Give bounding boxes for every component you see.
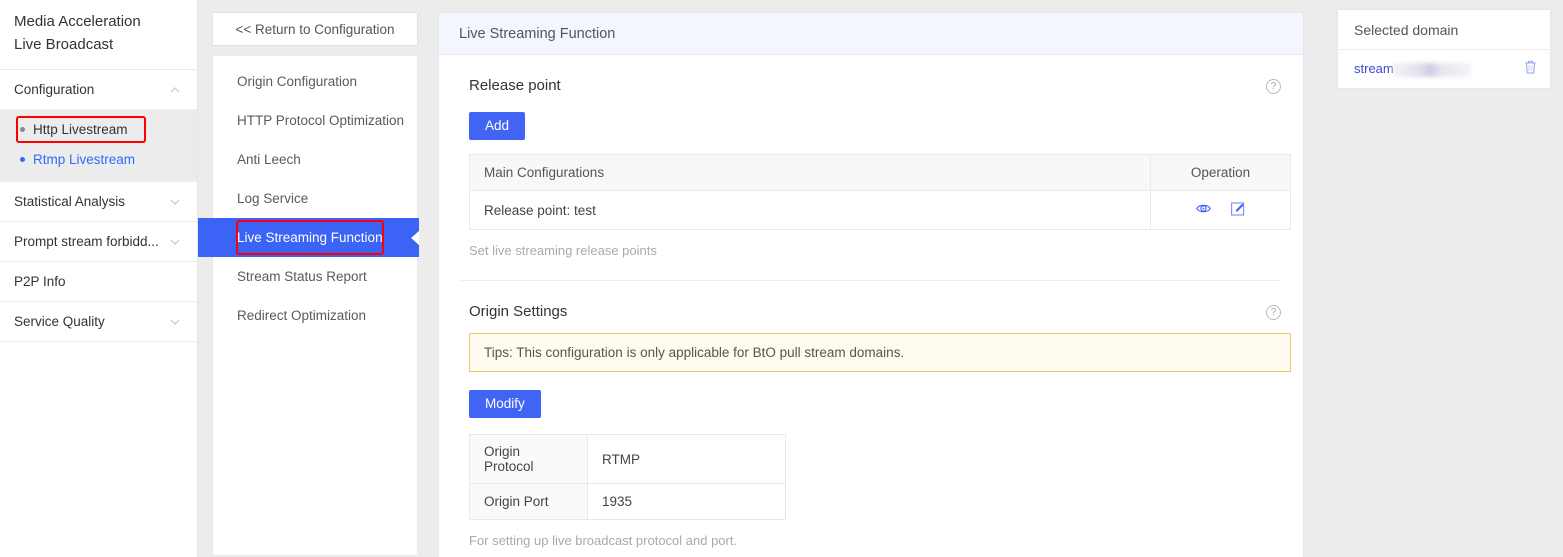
view-icon[interactable]: [1195, 200, 1212, 220]
release-point-title: Release point: [461, 77, 561, 94]
sidebar-subnav: Http Livestream Rtmp Livestream: [0, 110, 197, 182]
selected-domain-panel: Selected domain stream: [1337, 9, 1551, 89]
sidebar-item-prompt-stream-forbidden[interactable]: Prompt stream forbidd...: [0, 222, 197, 262]
nav-item-label: Live Streaming Function: [237, 230, 383, 245]
chevron-down-icon[interactable]: [169, 236, 181, 248]
selected-domain-value[interactable]: stream: [1354, 61, 1471, 77]
nav-item-label: Log Service: [237, 191, 308, 206]
chevron-up-icon[interactable]: [169, 84, 181, 96]
modify-button[interactable]: Modify: [469, 390, 541, 418]
nav-item-http-protocol-optimization[interactable]: HTTP Protocol Optimization: [213, 101, 417, 140]
table-row: Release point: test: [470, 191, 1291, 230]
cell-operation: [1151, 191, 1291, 230]
question-mark-icon[interactable]: ?: [1266, 79, 1281, 94]
sidebar-item-service-quality[interactable]: Service Quality: [0, 302, 197, 342]
sidebar-subitem-label: Http Livestream: [33, 122, 128, 137]
trash-icon[interactable]: [1523, 59, 1538, 80]
brand-line-2: Live Broadcast: [14, 34, 183, 57]
secondary-nav-list: Origin Configuration HTTP Protocol Optim…: [212, 56, 418, 556]
bullet-icon: [20, 127, 25, 132]
nav-item-origin-configuration[interactable]: Origin Configuration: [213, 62, 417, 101]
panel-title: Live Streaming Function: [439, 13, 1303, 55]
origin-settings-title: Origin Settings: [461, 303, 567, 320]
chevron-down-icon[interactable]: [169, 316, 181, 328]
nav-item-label: Redirect Optimization: [237, 308, 366, 323]
nav-item-anti-leech[interactable]: Anti Leech: [213, 140, 417, 179]
sidebar-item-http-livestream[interactable]: Http Livestream: [0, 114, 197, 144]
origin-settings-table: Origin Protocol RTMP Origin Port 1935: [469, 434, 786, 520]
brand-title: Media Acceleration Live Broadcast: [0, 0, 197, 70]
origin-settings-tips: Tips: This configuration is only applica…: [469, 333, 1291, 372]
main-content: Live Streaming Function Release point ? …: [438, 0, 1327, 557]
right-sidebar: Selected domain stream: [1327, 0, 1563, 557]
sidebar-item-p2p-info[interactable]: P2P Info: [0, 262, 197, 302]
nav-item-live-streaming-function[interactable]: Live Streaming Function: [198, 218, 419, 257]
nav-item-label: Origin Configuration: [237, 74, 357, 89]
origin-settings-section: Origin Settings ? Tips: This configurati…: [461, 281, 1281, 557]
nav-item-redirect-optimization[interactable]: Redirect Optimization: [213, 296, 417, 335]
release-point-section: Release point ? Add Main Configurations …: [461, 55, 1281, 281]
left-sidebar: Media Acceleration Live Broadcast Config…: [0, 0, 198, 557]
release-point-table: Main Configurations Operation Release po…: [469, 154, 1291, 230]
nav-item-label: HTTP Protocol Optimization: [237, 113, 404, 128]
selected-domain-row: stream: [1338, 50, 1550, 88]
panel-body: Release point ? Add Main Configurations …: [439, 55, 1303, 557]
sidebar-subitem-label: Rtmp Livestream: [33, 152, 135, 167]
add-button[interactable]: Add: [469, 112, 525, 140]
bullet-icon: [20, 157, 25, 162]
release-point-hint: Set live streaming release points: [469, 243, 1281, 258]
sidebar-item-rtmp-livestream[interactable]: Rtmp Livestream: [0, 144, 197, 174]
nav-item-log-service[interactable]: Log Service: [213, 179, 417, 218]
column-header-operation: Operation: [1151, 155, 1291, 191]
sidebar-item-label: Configuration: [14, 82, 94, 97]
domain-prefix: stream: [1354, 61, 1394, 76]
origin-settings-hint: For setting up live broadcast protocol a…: [469, 533, 1281, 548]
nav-item-label: Stream Status Report: [237, 269, 367, 284]
return-to-configuration-button[interactable]: << Return to Configuration: [212, 12, 418, 46]
field-value-origin-protocol: RTMP: [588, 435, 786, 484]
question-mark-icon[interactable]: ?: [1266, 305, 1281, 320]
nav-item-stream-status-report[interactable]: Stream Status Report: [213, 257, 417, 296]
secondary-nav: << Return to Configuration Origin Config…: [198, 0, 438, 557]
chevron-down-icon[interactable]: [169, 196, 181, 208]
sidebar-item-label: Service Quality: [14, 314, 105, 329]
table-row: Origin Port 1935: [470, 484, 786, 520]
sidebar-group-configuration: Configuration Http Livestream Rtmp Lives…: [0, 70, 197, 182]
sidebar-item-statistical-analysis[interactable]: Statistical Analysis: [0, 182, 197, 222]
field-label-origin-port: Origin Port: [470, 484, 588, 520]
brand-line-1: Media Acceleration: [14, 11, 183, 34]
field-label-origin-protocol: Origin Protocol: [470, 435, 588, 484]
table-header-row: Main Configurations Operation: [470, 155, 1291, 191]
cell-main-configuration: Release point: test: [470, 191, 1151, 230]
nav-item-label: Anti Leech: [237, 152, 301, 167]
edit-icon[interactable]: [1230, 201, 1246, 220]
sidebar-item-label: Statistical Analysis: [14, 194, 125, 209]
app-root: Media Acceleration Live Broadcast Config…: [0, 0, 1563, 557]
table-row: Origin Protocol RTMP: [470, 435, 786, 484]
live-streaming-function-panel: Live Streaming Function Release point ? …: [438, 12, 1304, 557]
selected-domain-title: Selected domain: [1338, 10, 1550, 50]
sidebar-item-configuration[interactable]: Configuration: [0, 70, 197, 110]
field-value-origin-port: 1935: [588, 484, 786, 520]
column-header-main-configurations: Main Configurations: [470, 155, 1151, 191]
domain-redacted-region: [1393, 63, 1471, 77]
sidebar-item-label: Prompt stream forbidd...: [14, 234, 159, 249]
sidebar-item-label: P2P Info: [14, 274, 66, 289]
